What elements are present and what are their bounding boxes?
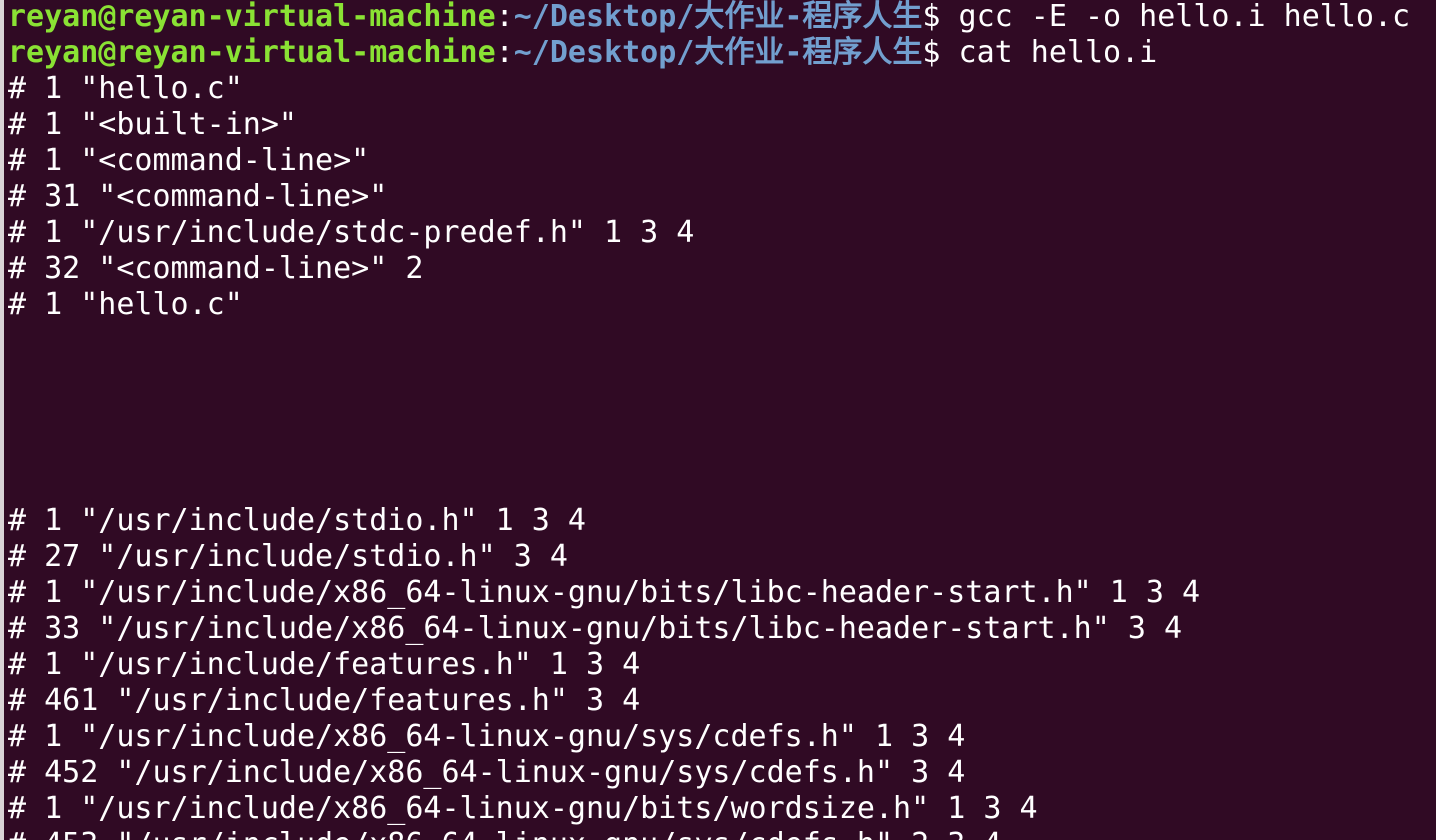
output-line: # 33 "/usr/include/x86_64-linux-gnu/bits… xyxy=(8,611,1182,646)
output-line: # 31 "<command-line>" xyxy=(8,179,388,214)
prompt-colon: : xyxy=(495,0,514,34)
output-line: # 1 "/usr/include/x86_64-linux-gnu/sys/c… xyxy=(8,719,966,754)
prompt-symbol: $ xyxy=(922,0,959,34)
output-line: # 461 "/usr/include/features.h" 3 4 xyxy=(8,683,641,718)
output-line: # 1 "/usr/include/x86_64-linux-gnu/bits/… xyxy=(8,791,1038,826)
output-line: # 1 "/usr/include/features.h" 1 3 4 xyxy=(8,647,641,682)
prompt-user: reyan@reyan-virtual-machine xyxy=(8,35,496,70)
output-line: # 1 "hello.c" xyxy=(8,71,243,106)
output-line: # 32 "<command-line>" 2 xyxy=(8,251,424,286)
output-line: # 1 "/usr/include/x86_64-linux-gnu/bits/… xyxy=(8,575,1201,610)
prompt-path: ~/Desktop/大作业-程序人生 xyxy=(513,0,923,34)
output-line: # 452 "/usr/include/x86_64-linux-gnu/sys… xyxy=(8,755,966,790)
command-text: gcc -E -o hello.i hello.c xyxy=(958,0,1411,34)
output-line: # 1 "hello.c" xyxy=(8,287,243,322)
terminal-output: reyan@reyan-virtual-machine:~/Desktop/大作… xyxy=(8,0,1410,840)
prompt-user: reyan@reyan-virtual-machine xyxy=(8,0,496,34)
prompt-path: ~/Desktop/大作业-程序人生 xyxy=(513,35,923,70)
prompt-symbol: $ xyxy=(922,35,959,70)
output-line: # 1 "<command-line>" xyxy=(8,143,370,178)
command-text: cat hello.i xyxy=(958,35,1158,70)
terminal-window[interactable]: reyan@reyan-virtual-machine:~/Desktop/大作… xyxy=(0,0,1436,840)
prompt-colon: : xyxy=(495,35,514,70)
output-line: # 1 "<built-in>" xyxy=(8,107,297,142)
output-line: # 1 "/usr/include/stdc-predef.h" 1 3 4 xyxy=(8,215,695,250)
prompt-line: reyan@reyan-virtual-machine:~/Desktop/大作… xyxy=(8,0,1410,35)
output-line: # 453 "/usr/include/x86_64-linux-gnu/sys… xyxy=(8,827,1410,840)
output-line: # 27 "/usr/include/stdio.h" 3 4 xyxy=(8,539,568,574)
prompt-line: reyan@reyan-virtual-machine:~/Desktop/大作… xyxy=(8,35,1410,71)
output-line: # 1 "/usr/include/stdio.h" 1 3 4 xyxy=(8,503,586,538)
